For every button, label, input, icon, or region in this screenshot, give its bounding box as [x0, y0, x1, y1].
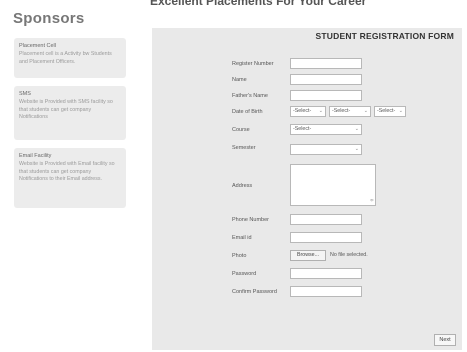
- course-select[interactable]: -Select- ⌄: [290, 124, 362, 135]
- card-title: Placement Cell: [19, 43, 56, 49]
- form-title: STUDENT REGISTRATION FORM: [315, 31, 454, 41]
- chevron-down-icon: ⌄: [354, 146, 359, 152]
- next-button[interactable]: Next: [434, 334, 456, 346]
- fathers-name-input[interactable]: [290, 90, 362, 101]
- password-input[interactable]: [290, 268, 362, 279]
- sponsor-card-sms: SMS Website is Provided with SMS facilit…: [14, 86, 126, 140]
- select-value: -Select-: [332, 108, 351, 114]
- confirm-password-input[interactable]: [290, 286, 362, 297]
- resize-grip-icon[interactable]: ≑: [370, 199, 374, 204]
- card-text: Website is Provided with SMS facility so…: [19, 99, 113, 121]
- address-label: Address: [232, 183, 253, 189]
- phone-label: Phone Number: [232, 217, 269, 223]
- register-number-input[interactable]: [290, 58, 362, 69]
- chevron-down-icon: ⌄: [363, 108, 368, 114]
- sponsor-card-email: Email Facility Website is Provided with …: [14, 148, 126, 208]
- select-value: -Select-: [377, 108, 396, 114]
- password-label: Password: [232, 271, 257, 277]
- phone-input[interactable]: [290, 214, 362, 225]
- email-input[interactable]: [290, 232, 362, 243]
- sponsor-card-placement-cell: Placement Cell Placement cell is a Activ…: [14, 38, 126, 78]
- chevron-down-icon: ⌄: [318, 108, 323, 114]
- file-status-text: No file selected.: [330, 252, 368, 258]
- page-heading: Excellent Placements For Your Career: [150, 0, 367, 8]
- chevron-down-icon: ⌄: [398, 108, 403, 114]
- semester-select[interactable]: ⌄: [290, 144, 362, 155]
- chevron-down-icon: ⌄: [354, 126, 359, 132]
- fathers-name-label: Father's Name: [232, 93, 268, 99]
- dob-label: Date of Birth: [232, 109, 263, 115]
- photo-label: Photo: [232, 253, 247, 259]
- name-label: Name: [232, 77, 247, 83]
- select-value: -Select-: [293, 108, 312, 114]
- register-number-label: Register Number: [232, 61, 274, 67]
- card-text: Placement cell is a Activity bw Students…: [19, 51, 112, 65]
- card-text: Website is Provided with Email facility …: [19, 161, 115, 183]
- dob-month-select[interactable]: -Select- ⌄: [329, 106, 371, 117]
- address-textarea[interactable]: ≑: [290, 164, 376, 206]
- sponsors-title: Sponsors: [13, 10, 85, 27]
- semester-label: Semester: [232, 145, 256, 151]
- name-input[interactable]: [290, 74, 362, 85]
- card-title: Email Facility: [19, 153, 52, 159]
- registration-form-panel: STUDENT REGISTRATION FORM Register Numbe…: [152, 28, 462, 350]
- browse-button[interactable]: Browse...: [290, 250, 326, 261]
- select-value: -Select-: [293, 126, 312, 132]
- card-title: SMS: [19, 91, 31, 97]
- dob-day-select[interactable]: -Select- ⌄: [290, 106, 326, 117]
- dob-year-select[interactable]: -Select- ⌄: [374, 106, 406, 117]
- email-label: Email id: [232, 235, 252, 241]
- course-label: Course: [232, 127, 250, 133]
- confirm-password-label: Confirm Password: [232, 289, 277, 295]
